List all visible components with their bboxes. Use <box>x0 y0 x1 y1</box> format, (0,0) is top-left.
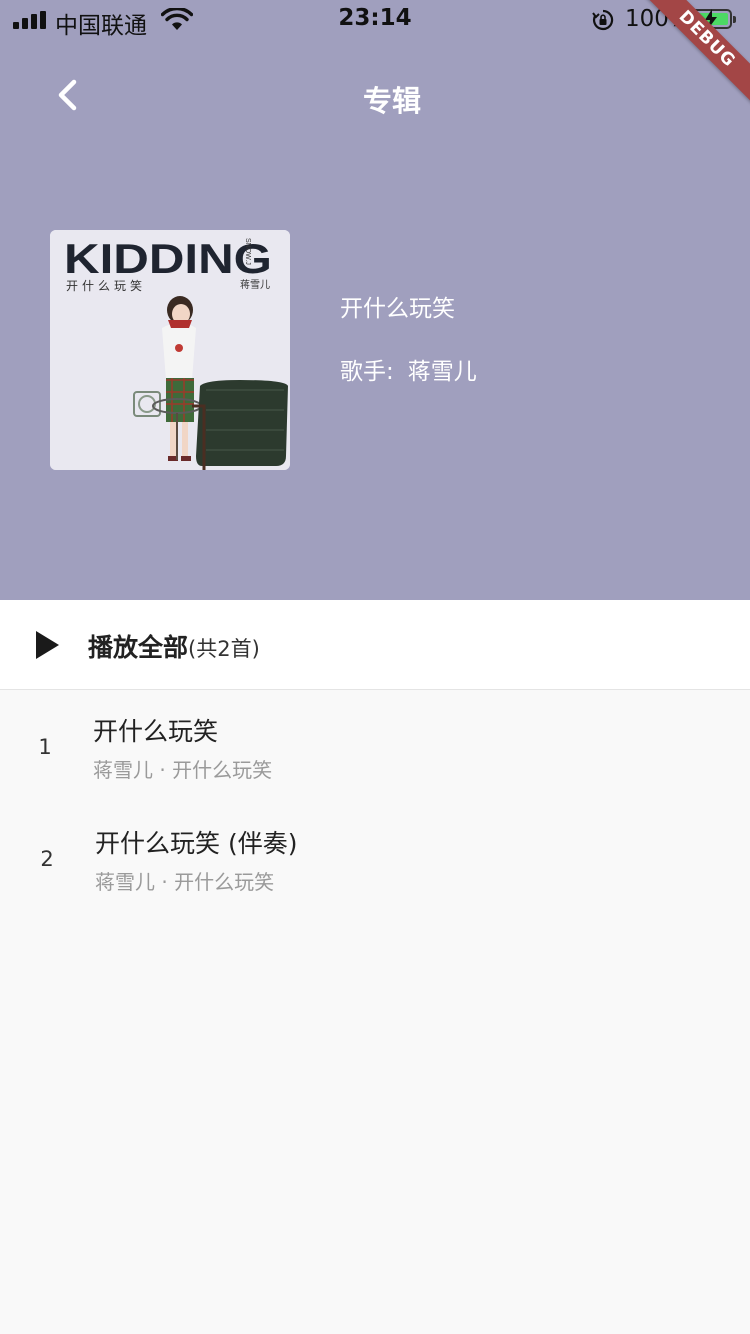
cover-title: KIDDING <box>64 235 272 282</box>
album-cover-art: KIDDING 开什么玩笑 蒋雪儿 SNOW.J <box>50 230 290 470</box>
album-cover: KIDDING 开什么玩笑 蒋雪儿 SNOW.J <box>50 230 290 470</box>
song-title: 开什么玩笑 (伴奏) <box>95 829 298 858</box>
album-header: 中国联通 23:14 100% DEBUG 专辑 KIDDING 开什么玩笑 蒋… <box>0 0 750 600</box>
song-subtitle: 蒋雪儿 · 开什么玩笑 <box>93 758 273 782</box>
artist-name[interactable]: 蒋雪儿 <box>408 359 477 385</box>
album-name: 开什么玩笑 <box>340 296 455 322</box>
song-index: 2 <box>40 847 54 871</box>
page-title: 专辑 <box>362 84 421 118</box>
song-row[interactable]: 2 开什么玩笑 (伴奏) 蒋雪儿 · 开什么玩笑 <box>0 802 750 914</box>
status-bar: 中国联通 23:14 100% <box>0 0 750 40</box>
song-subtitle: 蒋雪儿 · 开什么玩笑 <box>95 870 275 894</box>
song-title: 开什么玩笑 <box>93 717 219 746</box>
play-all-text: 播放全部 <box>88 633 189 662</box>
cover-artist-en: SNOW.J <box>244 238 251 265</box>
play-icon <box>36 631 59 659</box>
cover-artist: 蒋雪儿 <box>240 279 270 291</box>
artist-label: 歌手: <box>340 359 394 385</box>
play-all-button[interactable]: 播放全部(共2首) <box>0 600 750 690</box>
song-row[interactable]: 1 开什么玩笑 蒋雪儿 · 开什么玩笑 <box>0 690 750 802</box>
play-all-label: 播放全部(共2首) <box>88 628 260 664</box>
play-all-count: (共2首) <box>188 637 260 661</box>
cover-subtitle: 开什么玩笑 <box>66 278 146 293</box>
rotation-lock-icon <box>592 9 614 31</box>
artist-line: 歌手: 蒋雪儿 <box>340 352 477 386</box>
song-index: 1 <box>38 735 52 759</box>
